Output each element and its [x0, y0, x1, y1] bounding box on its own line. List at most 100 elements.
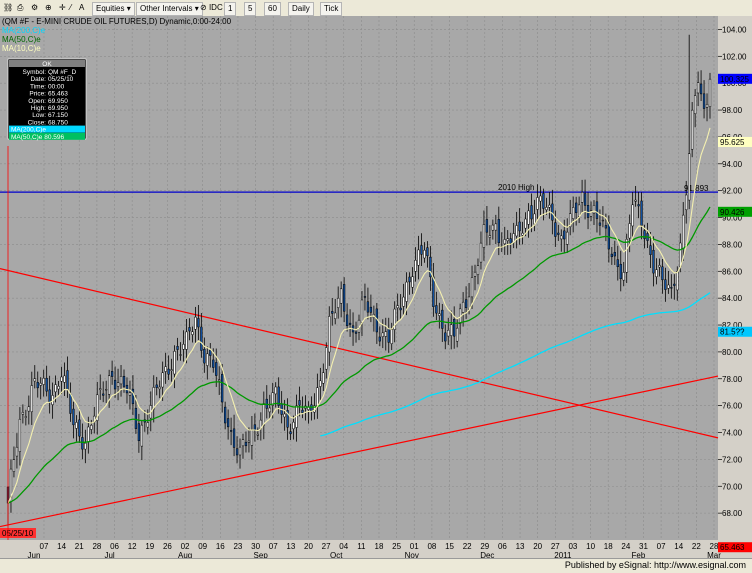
candle-up	[39, 382, 42, 386]
candle-up	[473, 271, 477, 277]
candle-down	[637, 204, 640, 207]
candle-down	[610, 253, 613, 258]
y-tick-label: 92.00	[722, 187, 743, 196]
candle-up	[18, 418, 22, 452]
candle-down	[432, 276, 435, 307]
ma10-label: MA(10,C)e	[2, 44, 41, 53]
idc-label: IDC	[208, 3, 223, 12]
candle-down	[649, 245, 652, 255]
candle-down	[209, 350, 212, 356]
candle-up	[560, 235, 563, 240]
reference-line-label: 2010 High	[498, 183, 534, 192]
interval-1-button[interactable]: 1	[224, 2, 237, 16]
candle-down	[652, 249, 655, 274]
data-box-value: 05/25/10	[48, 76, 74, 83]
data-box-value: 00:00	[48, 83, 65, 90]
draw-icon[interactable]: ⁄	[70, 2, 71, 14]
candle-up	[696, 82, 700, 94]
candle-up	[467, 296, 471, 310]
print-icon[interactable]: ⎙	[17, 2, 23, 14]
data-box-label: Close:	[28, 119, 47, 126]
x-tick-label: 09	[198, 542, 207, 551]
idc-button[interactable]: ⊘ IDC	[200, 2, 223, 14]
candle-up	[423, 249, 426, 259]
x-tick-label: 04	[339, 542, 348, 551]
x-month-label: Aug	[178, 551, 192, 558]
candle-up	[539, 195, 542, 202]
y-tick-label: 70.00	[722, 482, 743, 491]
candle-down	[110, 371, 114, 377]
candle-down	[699, 83, 703, 95]
text-tool-icon[interactable]: A	[79, 2, 84, 14]
x-tick-label: 03	[568, 542, 577, 551]
candle-up	[218, 379, 221, 382]
candle-up	[384, 331, 387, 337]
candle-up	[238, 446, 242, 456]
candle-down	[366, 301, 370, 313]
candle-down	[557, 232, 560, 235]
price-chart[interactable]: 2010 High 91.893 68.00 70.00 72.00 74.00 76.0…	[0, 16, 752, 558]
x-tick-label: 06	[110, 542, 119, 551]
candle-up	[381, 332, 384, 337]
candle-up	[194, 316, 197, 330]
candle-up	[438, 313, 441, 316]
equities-dropdown[interactable]: Equities ▾	[92, 2, 135, 16]
data-box-ma-text: MA(200,C)e	[11, 127, 46, 134]
candle-up	[107, 375, 111, 395]
interval-5-button[interactable]: 5	[244, 2, 257, 16]
data-box-value: 68.750	[48, 119, 68, 126]
candle-up	[334, 312, 337, 319]
data-box-value: 69.950	[48, 98, 68, 105]
candle-up	[90, 425, 93, 430]
candle-down	[542, 193, 545, 209]
y-tick-label: 72.00	[722, 455, 743, 464]
x-tick-label: 07	[40, 542, 49, 551]
candle-down	[345, 314, 349, 326]
y-tick-label: 68.00	[722, 509, 743, 518]
candle-up	[688, 153, 691, 201]
candle-up	[655, 269, 658, 277]
link-icon[interactable]: ⛓	[3, 2, 13, 14]
properties-icon[interactable]: ⚙	[31, 2, 38, 14]
interval-60-button[interactable]: 60	[264, 2, 281, 16]
x-tick-label: 14	[57, 542, 66, 551]
candle-down	[485, 219, 489, 233]
candle-up	[241, 439, 245, 447]
x-tick-label: 02	[181, 542, 190, 551]
interval-5-label: 5	[248, 4, 253, 13]
data-box-label: Low:	[32, 112, 46, 119]
candle-up	[30, 385, 33, 413]
daily-button[interactable]: Daily	[288, 2, 314, 16]
data-box-label: Open:	[28, 98, 46, 105]
candle-up	[268, 407, 271, 413]
candle-down	[444, 332, 447, 342]
candle-down	[122, 375, 126, 387]
cursor-icon[interactable]: ✛	[59, 2, 66, 14]
x-tick-label: 31	[639, 542, 648, 551]
candle-down	[583, 193, 587, 206]
tick-button[interactable]: Tick	[320, 2, 343, 16]
candle-up	[250, 429, 254, 446]
candle-up	[173, 351, 176, 375]
candle-up	[319, 380, 322, 387]
candle-down	[66, 370, 69, 390]
x-tick-label: 19	[145, 542, 154, 551]
candle-down	[113, 379, 117, 390]
candle-up	[57, 386, 60, 390]
other-intervals-dropdown[interactable]: Other Intervals ▾	[136, 2, 203, 16]
y-tick-label: 74.00	[722, 429, 743, 438]
x-tick-label: 16	[216, 542, 225, 551]
reference-line-value: 91.893	[684, 184, 709, 193]
data-box-label: Symbol:	[23, 69, 47, 76]
x-tick-label: 07	[269, 542, 278, 551]
interval-1-label: 1	[228, 4, 233, 13]
y-tick-label: 80.00	[722, 348, 743, 357]
candle-up	[545, 207, 548, 211]
x-month-label: 2011	[554, 551, 572, 558]
price-label-text: 65.463	[720, 543, 745, 552]
candle-up	[503, 239, 506, 245]
x-tick-label: 27	[551, 542, 560, 551]
zoom-icon[interactable]: ⊕	[45, 2, 52, 14]
candle-down	[229, 430, 233, 432]
price-label-text: 90.426	[720, 208, 745, 217]
